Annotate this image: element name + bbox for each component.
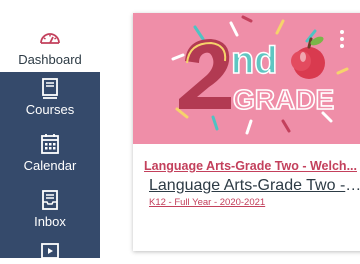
second-grade-banner-image: nd GRADE	[171, 15, 349, 135]
nav-label-courses: Courses	[25, 102, 75, 117]
nav-item-inbox[interactable]: Inbox	[0, 186, 100, 229]
nav-label-dashboard: Dashboard	[18, 52, 82, 67]
calendar-icon	[38, 132, 62, 156]
course-card-hero-image[interactable]: nd GRADE	[133, 13, 360, 144]
dashboard-gauge-icon	[38, 26, 62, 50]
course-card[interactable]: nd GRADE Language Arts-Grade Two - Welch…	[133, 13, 360, 251]
nav-label-inbox: Inbox	[34, 214, 66, 229]
course-card-options-kebab-icon[interactable]	[337, 30, 347, 52]
course-card-name-link[interactable]: Language Arts-Grade Two - W...	[149, 177, 360, 195]
nav-item-dashboard[interactable]: Dashboard	[0, 0, 100, 72]
course-card-term-link[interactable]: K12 - Full Year - 2020-2021	[149, 197, 360, 208]
hero-grade-text: GRADE	[233, 84, 334, 115]
nav-item-history[interactable]	[0, 238, 100, 264]
inbox-icon	[38, 188, 62, 212]
course-card-title-link[interactable]: Language Arts-Grade Two - Welch...	[144, 159, 360, 173]
nav-label-calendar: Calendar	[23, 158, 77, 173]
global-nav-sidebar: Dashboard Courses Calendar Inbox	[0, 0, 100, 259]
nav-item-calendar[interactable]: Calendar	[0, 130, 100, 173]
history-icon	[38, 240, 62, 264]
hero-nd-text: nd	[231, 40, 277, 82]
book-icon	[38, 76, 62, 100]
nav-item-courses[interactable]: Courses	[0, 72, 100, 117]
